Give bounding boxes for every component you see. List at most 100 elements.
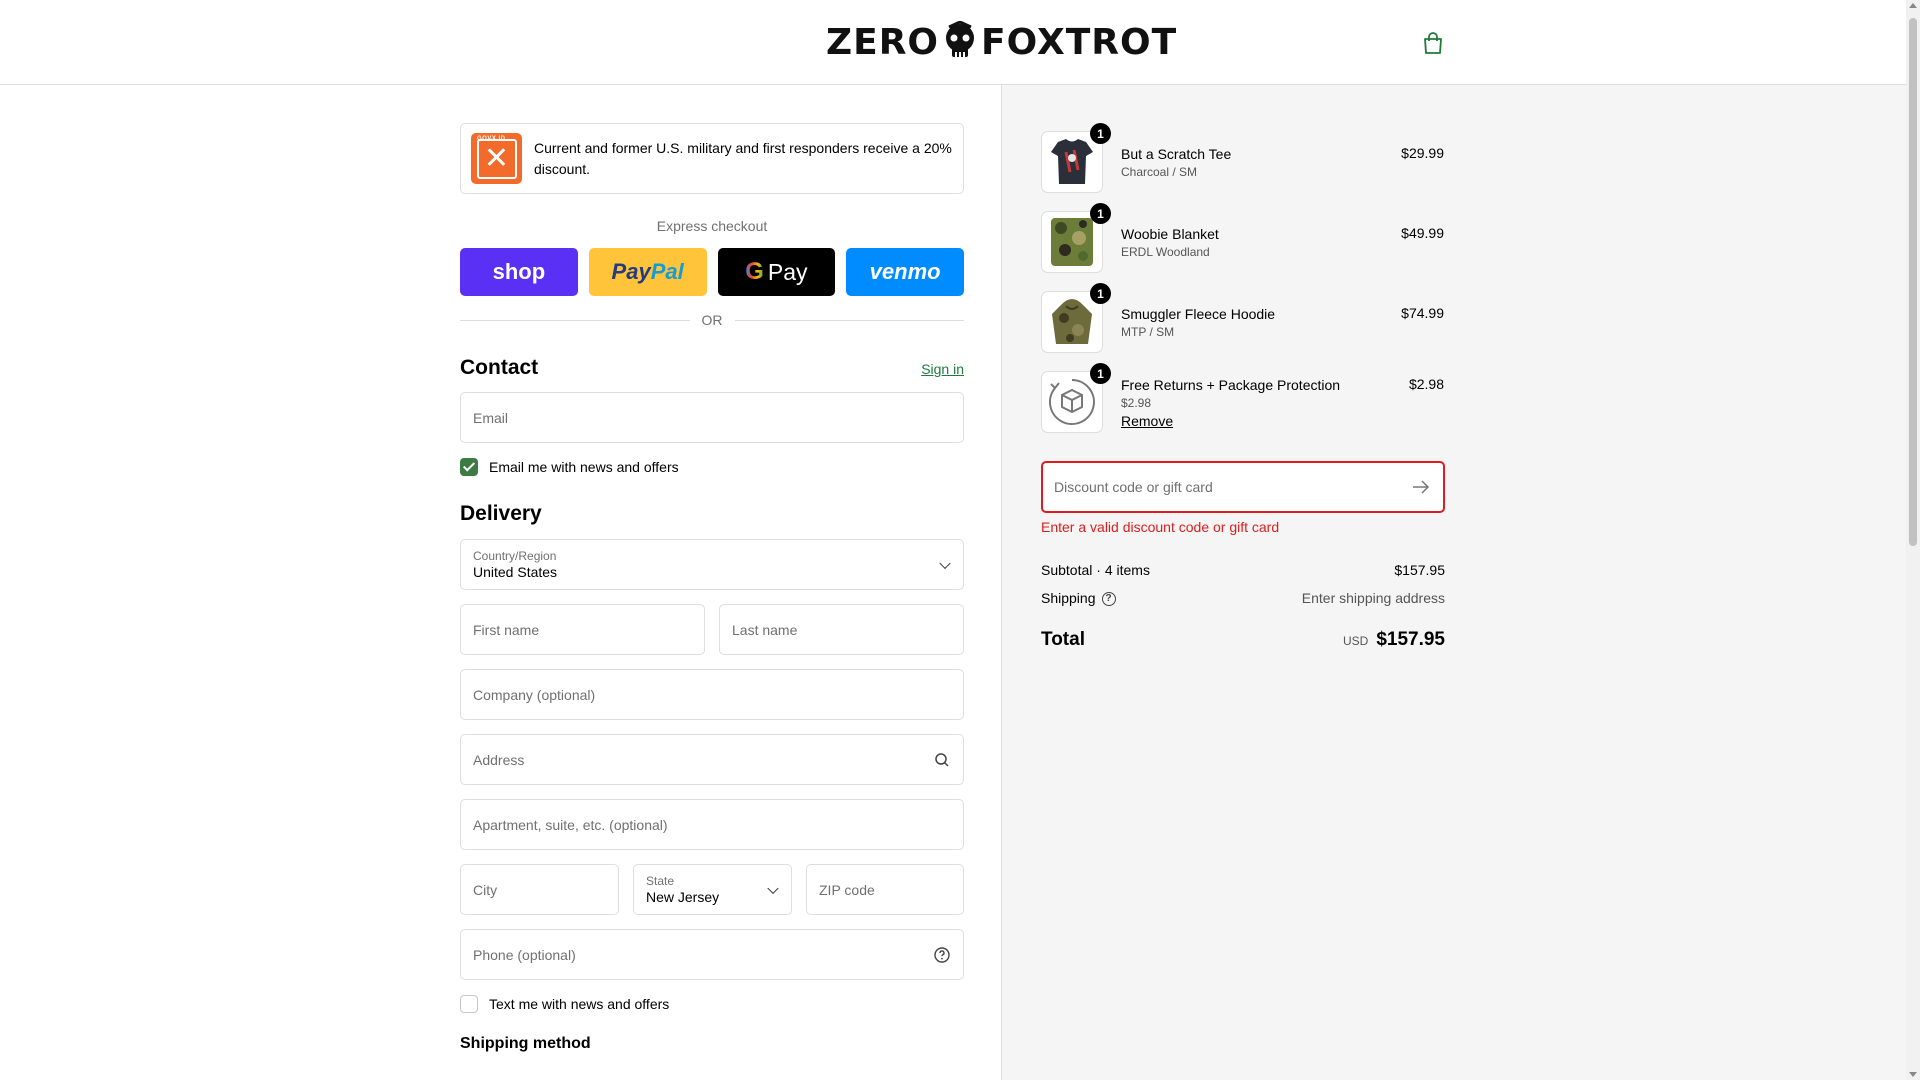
total-label: Total <box>1041 629 1085 650</box>
checkout-form: ✕ GOVX ID Current and former U.S. milita… <box>460 123 964 1053</box>
apartment-field[interactable] <box>460 799 964 850</box>
phone-input[interactable] <box>473 946 951 963</box>
sms-news-checkbox[interactable] <box>460 995 478 1013</box>
city-field[interactable] <box>460 864 619 915</box>
paypal-label-a: Pay <box>611 259 651 284</box>
apartment-input[interactable] <box>473 816 951 833</box>
contact-title: Contact <box>460 356 539 379</box>
total-value: $157.95 <box>1376 629 1445 650</box>
scroll-down-arrow-icon[interactable] <box>1909 1072 1917 1077</box>
cart-item: 1 But a Scratch Tee Charcoal / SM $29.99 <box>1041 123 1444 195</box>
item-price: $49.99 <box>1401 225 1444 241</box>
order-totals: Subtotal · 4 items $157.95 Shipping? Ent… <box>1041 561 1445 651</box>
blanket-image-icon <box>1051 218 1093 266</box>
or-label: OR <box>701 312 723 328</box>
email-field[interactable] <box>460 392 964 443</box>
name-row <box>460 604 964 655</box>
tshirt-image-icon <box>1051 139 1093 184</box>
total-amount: USD $157.95 <box>1343 629 1445 651</box>
product-thumbnail: 1 <box>1041 123 1111 193</box>
promo-text: Current and former U.S. military and fir… <box>534 139 952 177</box>
quantity-badge: 1 <box>1090 203 1111 224</box>
govx-promo-banner[interactable]: ✕ GOVX ID Current and former U.S. milita… <box>460 123 964 194</box>
zip-field[interactable] <box>806 864 964 915</box>
cart-item: 1 Woobie Blanket ERDL Woodland $49.99 <box>1041 203 1444 275</box>
item-price: $2.98 <box>1408 376 1444 392</box>
last-name-input[interactable] <box>732 621 951 638</box>
site-header: ZERO FOXTROT <box>0 0 1906 85</box>
arrow-right-icon[interactable] <box>1410 476 1432 498</box>
email-news-checkbox[interactable] <box>460 458 478 476</box>
venmo-label: venmo <box>869 259 941 284</box>
or-divider: OR <box>460 312 964 328</box>
state-label: State <box>646 873 675 888</box>
city-input[interactable] <box>473 881 606 898</box>
help-circle-icon[interactable]: ? <box>1101 592 1116 607</box>
hoodie-image-icon <box>1052 299 1092 344</box>
help-circle-icon[interactable] <box>933 946 951 964</box>
google-pay-button[interactable]: G Pay <box>717 248 836 296</box>
item-variant: $2.98 <box>1121 396 1152 410</box>
shipping-method-title: Shipping method <box>460 1035 591 1052</box>
sign-in-link[interactable]: Sign in <box>921 361 964 377</box>
address-field[interactable] <box>460 734 964 785</box>
email-input[interactable] <box>473 409 951 426</box>
shop-pay-button[interactable]: shop <box>460 248 578 296</box>
paypal-label-b: Pal <box>650 259 684 284</box>
shop-pay-label: shop <box>492 259 546 284</box>
country-select[interactable]: Country/Region United States <box>460 539 964 590</box>
last-name-field[interactable] <box>719 604 964 655</box>
item-name: Smuggler Fleece Hoodie <box>1121 306 1276 322</box>
state-select[interactable]: State New Jersey <box>633 864 792 915</box>
shipping-label: Shipping <box>1041 589 1096 606</box>
item-price: $29.99 <box>1401 145 1444 161</box>
company-input[interactable] <box>473 686 951 703</box>
brand-text-right: FOXTROT <box>981 21 1178 63</box>
divider-line <box>460 319 690 321</box>
govx-logo: ✕ GOVX ID <box>471 133 522 184</box>
first-name-input[interactable] <box>473 621 692 638</box>
google-pay-label: Pay <box>767 258 808 285</box>
subtotal-value: $157.95 <box>1394 562 1445 578</box>
phone-field[interactable] <box>460 929 964 980</box>
shipping-row: Shipping? Enter shipping address <box>1041 589 1445 607</box>
express-checkout-buttons: shop Pay Pal G Pay venmo <box>460 248 964 296</box>
country-value: United States <box>473 563 558 580</box>
discount-error-message: Enter a valid discount code or gift card <box>1041 519 1280 535</box>
company-field[interactable] <box>460 669 964 720</box>
shopping-bag-icon[interactable] <box>1420 30 1446 56</box>
item-name: Woobie Blanket <box>1121 226 1219 242</box>
zip-input[interactable] <box>819 881 951 898</box>
scrollbar-thumb[interactable] <box>1909 18 1917 546</box>
total-row: Total USD $157.95 <box>1041 629 1445 651</box>
remove-item-link[interactable]: Remove <box>1121 412 1409 430</box>
subtotal-row: Subtotal · 4 items $157.95 <box>1041 561 1445 579</box>
cart-items: 1 But a Scratch Tee Charcoal / SM $29.99… <box>1041 123 1444 451</box>
brand-logo[interactable]: ZERO FOXTROT <box>826 20 1177 64</box>
contact-header: Contact Sign in <box>460 356 964 380</box>
subtotal-label: Subtotal · 4 items <box>1041 562 1150 578</box>
state-value: New Jersey <box>646 888 720 905</box>
product-thumbnail: 1 <box>1041 363 1111 433</box>
search-icon <box>935 752 949 767</box>
sms-news-checkbox-row[interactable]: Text me with news and offers <box>460 995 964 1013</box>
paypal-button[interactable]: Pay Pal <box>588 248 707 296</box>
divider-line <box>734 319 964 321</box>
sms-news-label: Text me with news and offers <box>489 996 670 1012</box>
city-state-zip-row: State New Jersey <box>460 864 964 915</box>
chevron-down-icon <box>939 557 951 569</box>
first-name-field[interactable] <box>460 604 705 655</box>
email-news-checkbox-row[interactable]: Email me with news and offers <box>460 458 964 476</box>
item-name: But a Scratch Tee <box>1121 146 1232 162</box>
delivery-title: Delivery <box>460 502 542 525</box>
item-variant: MTP / SM <box>1121 325 1175 339</box>
page-scrollbar[interactable] <box>1906 0 1920 1080</box>
scroll-up-arrow-icon[interactable] <box>1909 3 1917 8</box>
discount-field[interactable] <box>1041 461 1445 513</box>
product-thumbnail: 1 <box>1041 283 1111 353</box>
discount-input[interactable] <box>1054 479 1410 495</box>
govx-logo-text: GOVX ID <box>477 136 506 142</box>
address-input[interactable] <box>473 751 951 768</box>
chevron-down-icon <box>767 882 779 894</box>
venmo-button[interactable]: venmo <box>846 248 964 296</box>
